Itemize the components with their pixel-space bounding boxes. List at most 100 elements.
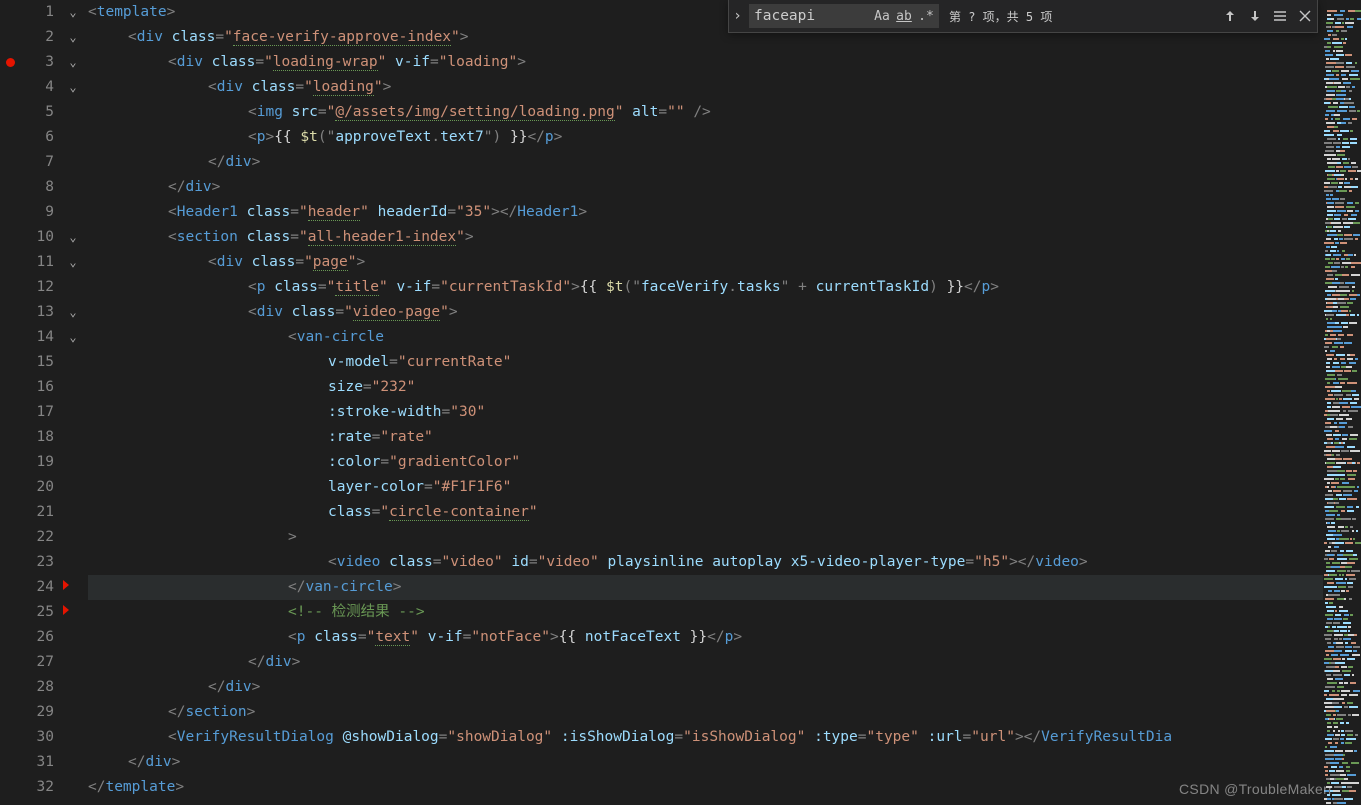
- minimap-line: [1324, 96, 1361, 99]
- fold-cell[interactable]: ⌄: [62, 300, 84, 325]
- chevron-down-icon: ⌄: [69, 250, 76, 275]
- line-number: 2: [0, 25, 54, 50]
- minimap-line: [1324, 768, 1361, 771]
- line-number: 23: [0, 550, 54, 575]
- minimap-line: [1324, 156, 1361, 159]
- minimap-line: [1324, 180, 1361, 183]
- code-line[interactable]: <p class="text" v-if="notFace">{{ notFac…: [88, 625, 1361, 650]
- whole-word-icon[interactable]: ab: [894, 6, 914, 26]
- code-line[interactable]: >: [88, 525, 1361, 550]
- code-line[interactable]: <video class="video" id="video" playsinl…: [88, 550, 1361, 575]
- line-number: 6: [0, 125, 54, 150]
- minimap-line: [1324, 40, 1361, 43]
- minimap-line: [1324, 400, 1361, 403]
- code-line[interactable]: </div>: [88, 675, 1361, 700]
- code-line[interactable]: <van-circle: [88, 325, 1361, 350]
- line-number: 9: [0, 200, 54, 225]
- minimap-line: [1324, 284, 1361, 287]
- minimap-line: [1324, 32, 1361, 35]
- code-line[interactable]: class="circle-container": [88, 500, 1361, 525]
- minimap-line: [1324, 344, 1361, 347]
- find-close-button[interactable]: [1293, 5, 1316, 28]
- minimap-line: [1324, 280, 1361, 283]
- minimap-line: [1324, 696, 1361, 699]
- find-input[interactable]: faceapi Aa ab .*: [749, 4, 939, 28]
- code-line[interactable]: <Header1 class="header" headerId="35"></…: [88, 200, 1361, 225]
- minimap-line: [1324, 44, 1361, 47]
- find-toggle-replace[interactable]: ›: [729, 0, 746, 33]
- code-line[interactable]: size="232": [88, 375, 1361, 400]
- minimap-line: [1324, 300, 1361, 303]
- arrow-up-icon: [1222, 8, 1238, 24]
- code-line[interactable]: <div class="page">: [88, 250, 1361, 275]
- minimap-line: [1324, 660, 1361, 663]
- watermark: CSDN @TroubleMakerr: [1179, 781, 1333, 797]
- find-next-button[interactable]: [1243, 5, 1266, 28]
- code-line[interactable]: </div>: [88, 175, 1361, 200]
- minimap-line: [1324, 288, 1361, 291]
- code-line[interactable]: <!-- 检测结果 -->: [88, 600, 1361, 625]
- fold-cell: [62, 500, 84, 525]
- code-line[interactable]: <div class="loading">: [88, 75, 1361, 100]
- minimap-line: [1324, 196, 1361, 199]
- minimap-line: [1324, 624, 1361, 627]
- code-line[interactable]: </div>: [88, 750, 1361, 775]
- minimap-line: [1324, 636, 1361, 639]
- error-marker-icon: [63, 605, 69, 615]
- code-line[interactable]: </template>: [88, 775, 1361, 800]
- code-line[interactable]: <div class="video-page">: [88, 300, 1361, 325]
- minimap-line: [1324, 428, 1361, 431]
- minimap-line: [1324, 480, 1361, 483]
- code-line[interactable]: :stroke-width="30": [88, 400, 1361, 425]
- minimap-line: [1324, 640, 1361, 643]
- regex-icon[interactable]: .*: [916, 6, 936, 26]
- minimap-line: [1324, 212, 1361, 215]
- code-line[interactable]: <p class="title" v-if="currentTaskId">{{…: [88, 275, 1361, 300]
- minimap-line: [1324, 568, 1361, 571]
- code-line[interactable]: </section>: [88, 700, 1361, 725]
- fold-cell[interactable]: ⌄: [62, 0, 84, 25]
- code-line[interactable]: layer-color="#F1F1F6": [88, 475, 1361, 500]
- find-selection-button[interactable]: [1268, 5, 1291, 28]
- find-input-text[interactable]: faceapi: [750, 8, 872, 24]
- match-case-icon[interactable]: Aa: [872, 6, 892, 26]
- breakpoint-icon[interactable]: [6, 58, 15, 67]
- code-line[interactable]: <div class="loading-wrap" v-if="loading"…: [88, 50, 1361, 75]
- minimap-line: [1324, 460, 1361, 463]
- code-line[interactable]: <section class="all-header1-index">: [88, 225, 1361, 250]
- fold-cell[interactable]: ⌄: [62, 225, 84, 250]
- minimap-line: [1324, 88, 1361, 91]
- minimap-line: [1324, 332, 1361, 335]
- minimap-line: [1324, 484, 1361, 487]
- minimap-line: [1324, 168, 1361, 171]
- code-line[interactable]: <p>{{ $t("approveText.text7") }}</p>: [88, 125, 1361, 150]
- code-line[interactable]: </van-circle>: [88, 575, 1361, 600]
- minimap-line: [1324, 620, 1361, 623]
- code-line[interactable]: <img src="@/assets/img/setting/loading.p…: [88, 100, 1361, 125]
- chevron-down-icon: ⌄: [69, 0, 76, 25]
- fold-cell[interactable]: ⌄: [62, 250, 84, 275]
- minimap-line: [1324, 312, 1361, 315]
- line-number: 4: [0, 75, 54, 100]
- line-number: 20: [0, 475, 54, 500]
- minimap-line: [1324, 384, 1361, 387]
- minimap-line: [1324, 244, 1361, 247]
- minimap-line: [1324, 616, 1361, 619]
- line-number-gutter: 1234567891011121314151617181920212223242…: [0, 0, 62, 805]
- find-prev-button[interactable]: [1218, 5, 1241, 28]
- minimap-line: [1324, 644, 1361, 647]
- code-line[interactable]: :rate="rate": [88, 425, 1361, 450]
- code-line[interactable]: :color="gradientColor": [88, 450, 1361, 475]
- line-number: 19: [0, 450, 54, 475]
- code-line[interactable]: <VerifyResultDialog @showDialog="showDia…: [88, 725, 1361, 750]
- code-line[interactable]: </div>: [88, 650, 1361, 675]
- fold-cell[interactable]: ⌄: [62, 25, 84, 50]
- code-line[interactable]: v-model="currentRate": [88, 350, 1361, 375]
- minimap-line: [1324, 532, 1361, 535]
- fold-cell[interactable]: ⌄: [62, 75, 84, 100]
- code-line[interactable]: </div>: [88, 150, 1361, 175]
- code-area[interactable]: <template><div class="face-verify-approv…: [84, 0, 1361, 805]
- fold-cell[interactable]: ⌄: [62, 50, 84, 75]
- minimap[interactable]: [1323, 0, 1361, 805]
- fold-cell[interactable]: ⌄: [62, 325, 84, 350]
